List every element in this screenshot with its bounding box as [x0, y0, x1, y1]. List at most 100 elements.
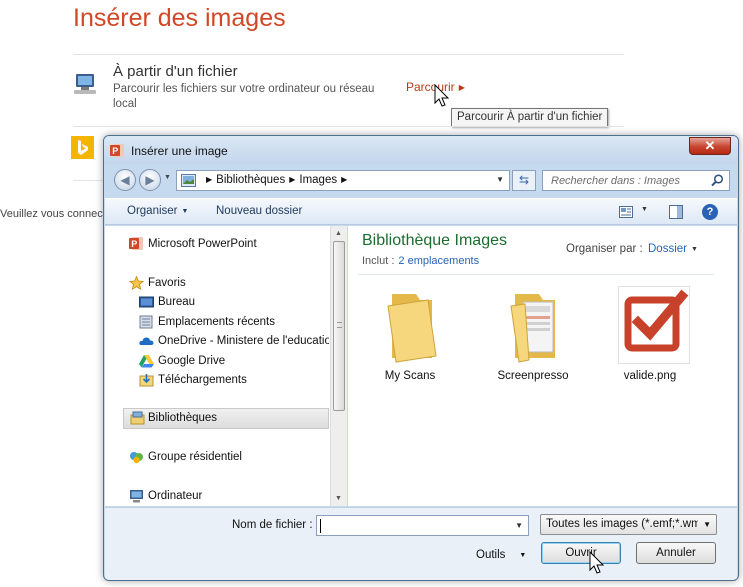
- nav-label: Bureau: [158, 296, 196, 308]
- folder-icon: [387, 294, 437, 363]
- arrange-by-label: Organiser par :: [566, 243, 643, 255]
- library-title: Bibliothèque Images: [362, 232, 507, 249]
- onedrive-icon: [139, 337, 154, 345]
- dialog-titlebar[interactable]: P Insérer une image ✕: [104, 136, 738, 164]
- nav-label: Téléchargements: [158, 374, 247, 386]
- refresh-button[interactable]: ⇆: [512, 170, 536, 191]
- recent-locations-dropdown[interactable]: ▼: [164, 174, 171, 181]
- powerpoint-icon: P: [110, 144, 124, 157]
- tools-label: Outils: [476, 549, 506, 561]
- google-drive-icon: [139, 355, 154, 368]
- help-button[interactable]: ?: [702, 204, 718, 220]
- checkbox-image-icon: [618, 286, 690, 364]
- pane-divider: [73, 126, 624, 127]
- filetype-value: Toutes les images (*.emf;*.wmf: [546, 518, 698, 530]
- preview-pane-icon[interactable]: [669, 205, 683, 219]
- navigation-pane: P Microsoft PowerPoint Favoris Bureau Em…: [105, 226, 330, 506]
- content-divider: [358, 274, 714, 275]
- navigation-scrollbar[interactable]: ▲ ▼: [330, 226, 347, 506]
- tools-button[interactable]: Outils ▼: [476, 549, 526, 561]
- chevron-right-icon: ▶: [206, 175, 213, 184]
- scrollbar-thumb[interactable]: [333, 241, 345, 411]
- organize-label: Organiser: [127, 205, 178, 217]
- organize-button[interactable]: Organiser ▼: [127, 205, 188, 217]
- filetype-select[interactable]: Toutes les images (*.emf;*.wmf ▼: [540, 514, 717, 535]
- chevron-down-icon[interactable]: ▼: [496, 175, 504, 184]
- pane-title: Insérer des images: [73, 4, 286, 32]
- browse-tooltip: Parcourir À partir d'un fichier: [451, 108, 609, 127]
- close-button[interactable]: ✕: [689, 137, 731, 155]
- grip-icon: [337, 322, 342, 328]
- search-input[interactable]: Rechercher dans : Images: [542, 170, 730, 191]
- powerpoint-icon: P: [129, 237, 143, 250]
- connect-message: Veuillez vous connecter: [0, 208, 104, 220]
- file-name: My Scans: [384, 370, 436, 382]
- arrange-by-value: Dossier: [648, 243, 687, 255]
- svg-text:P: P: [131, 239, 137, 249]
- nav-item-powerpoint[interactable]: P Microsoft PowerPoint: [129, 235, 329, 255]
- nav-label: Google Drive: [158, 355, 226, 367]
- nav-label: Favoris: [148, 277, 186, 289]
- arrange-by-dropdown[interactable]: Dossier ▼: [648, 243, 698, 255]
- nav-label: Microsoft PowerPoint: [148, 238, 257, 250]
- filename-label: Nom de fichier :: [232, 519, 313, 531]
- library-includes: Inclut :2 emplacements: [362, 255, 479, 267]
- filename-input[interactable]: ▼: [316, 515, 529, 536]
- open-button[interactable]: Ouvrir: [541, 542, 621, 564]
- file-item-screenpresso[interactable]: Screenpresso: [485, 286, 581, 386]
- includes-label: Inclut :: [362, 255, 395, 267]
- from-file-title: À partir d'un fichier: [113, 63, 238, 80]
- file-name: Screenpresso: [497, 370, 569, 382]
- file-item-valide[interactable]: valide.png: [602, 286, 698, 386]
- chevron-down-icon[interactable]: ▼: [641, 206, 648, 213]
- new-folder-button[interactable]: Nouveau dossier: [216, 205, 302, 217]
- bing-icon: [71, 136, 94, 159]
- mouse-cursor-icon: [589, 551, 605, 574]
- pane-divider: [73, 54, 624, 55]
- nav-item-downloads[interactable]: Téléchargements: [139, 371, 329, 391]
- cancel-button[interactable]: Annuler: [636, 542, 716, 564]
- file-item-my-scans[interactable]: My Scans: [362, 286, 458, 386]
- nav-item-google-drive[interactable]: Google Drive: [139, 352, 329, 372]
- chevron-down-icon: ▼: [519, 552, 527, 559]
- forward-button[interactable]: ▶: [139, 169, 161, 191]
- view-options-icon[interactable]: [619, 206, 633, 218]
- breadcrumb-libraries[interactable]: Bibliothèques: [216, 174, 285, 186]
- chevron-down-icon: ▼: [703, 520, 711, 529]
- chevron-down-icon[interactable]: ▼: [515, 521, 523, 530]
- svg-text:P: P: [112, 146, 118, 156]
- address-bar[interactable]: ▶ Bibliothèques ▶ Images ▶ ▼: [176, 170, 510, 191]
- text-caret: [320, 519, 321, 533]
- search-icon: [711, 174, 724, 187]
- nav-item-desktop[interactable]: Bureau: [139, 293, 329, 313]
- insert-image-dialog: P Insérer une image ✕ ◀ ▶ ▼ ▶ Bibliothèqu…: [103, 135, 739, 581]
- breadcrumb: ▶ Bibliothèques ▶ Images ▶: [202, 174, 351, 186]
- computer-icon: [74, 74, 96, 94]
- downloads-icon: [139, 374, 154, 387]
- from-file-description: Parcourir les fichiers sur votre ordinat…: [113, 83, 375, 110]
- includes-link[interactable]: 2 emplacements: [398, 255, 479, 267]
- libraries-icon: [130, 411, 145, 425]
- nav-item-libraries[interactable]: Bibliothèques: [123, 408, 329, 429]
- file-name: valide.png: [623, 370, 677, 382]
- nav-item-favorites[interactable]: Favoris: [129, 274, 329, 294]
- star-icon: [129, 276, 144, 290]
- nav-label: OneDrive - Ministere de l'education: [158, 335, 329, 347]
- arrow-right-icon: ▶: [145, 173, 155, 187]
- back-button[interactable]: ◀: [114, 169, 136, 191]
- mouse-cursor-icon: [434, 84, 450, 107]
- nav-item-computer[interactable]: Ordinateur: [129, 487, 329, 507]
- pictures-library-icon: [181, 174, 196, 187]
- command-bar: Organiser ▼ Nouveau dossier ▼ ?: [105, 198, 737, 225]
- scroll-down-icon[interactable]: ▼: [335, 495, 342, 502]
- file-list: Bibliothèque Images Inclut :2 emplacemen…: [348, 226, 737, 506]
- desktop-icon: [139, 296, 154, 308]
- nav-label: Ordinateur: [148, 490, 203, 502]
- nav-label: Groupe résidentiel: [148, 451, 242, 463]
- chevron-down-icon: ▼: [690, 246, 698, 253]
- nav-item-recent-places[interactable]: Emplacements récents: [139, 313, 329, 333]
- breadcrumb-images[interactable]: Images: [299, 174, 337, 186]
- scroll-up-icon[interactable]: ▲: [335, 230, 342, 237]
- nav-item-homegroup[interactable]: Groupe résidentiel: [129, 448, 329, 468]
- nav-item-onedrive[interactable]: OneDrive - Ministere de l'education: [139, 332, 329, 352]
